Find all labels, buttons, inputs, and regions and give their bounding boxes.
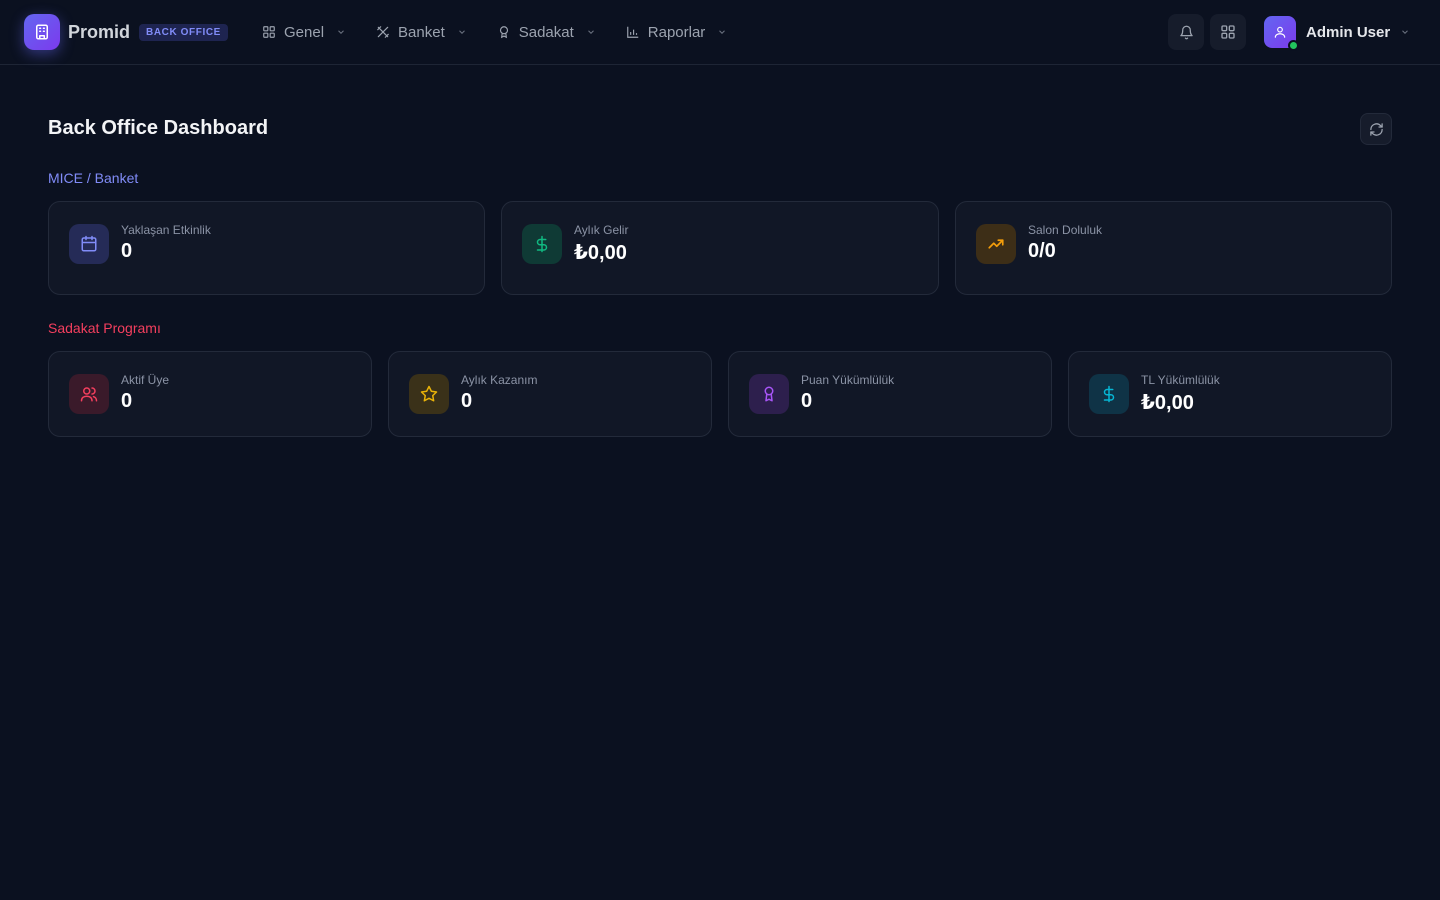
refresh-icon <box>1369 122 1384 137</box>
stat-label: Puan Yükümlülük <box>801 373 895 387</box>
dollar-icon <box>1089 374 1129 414</box>
nav-sadakat[interactable]: Sadakat <box>497 24 596 41</box>
user-icon <box>1273 25 1287 39</box>
stat-value: ₺0,00 <box>1141 392 1194 414</box>
bar-chart-icon <box>626 25 640 39</box>
chevron-down-icon <box>336 27 346 37</box>
star-icon <box>409 374 449 414</box>
stat-value: 0 <box>121 240 133 262</box>
stat-card-monthly-revenue[interactable]: Aylık Gelir ₺0,00 <box>501 201 939 295</box>
brand[interactable]: Promid BACK OFFICE <box>24 14 228 50</box>
stat-card-upcoming-events[interactable]: Yaklaşan Etkinlik 0 <box>48 201 485 295</box>
chevron-down-icon <box>457 27 467 37</box>
stat-card-monthly-acquisition[interactable]: Aylık Kazanım 0 <box>388 351 712 437</box>
award-icon <box>749 374 789 414</box>
nav-banket-label: Banket <box>398 23 445 41</box>
stat-card-active-members[interactable]: Aktif Üye 0 <box>48 351 372 437</box>
nav-raporlar-label: Raporlar <box>647 23 706 41</box>
building-icon <box>24 14 60 50</box>
chevron-down-icon <box>717 27 727 37</box>
page-title: Back Office Dashboard <box>48 117 269 139</box>
brand-name: Promid <box>68 21 131 42</box>
chevron-down-icon <box>1400 27 1410 37</box>
stat-value: 0 <box>121 390 133 412</box>
stat-label: Salon Doluluk <box>1028 223 1103 237</box>
notifications-button[interactable] <box>1168 14 1204 50</box>
stat-label: Aktif Üye <box>121 373 170 387</box>
online-status-dot <box>1288 40 1299 51</box>
dollar-icon <box>522 224 562 264</box>
trending-up-icon <box>976 224 1016 264</box>
calendar-icon <box>69 224 109 264</box>
apps-grid-icon <box>1220 24 1236 40</box>
nav-banket[interactable]: Banket <box>376 24 467 41</box>
stat-card-points-liability[interactable]: Puan Yükümlülük 0 <box>728 351 1052 437</box>
utensils-icon <box>376 25 390 39</box>
top-navigation-bar: Promid BACK OFFICE Genel Banket Sadakat … <box>0 0 1440 65</box>
nav-genel[interactable]: Genel <box>262 24 346 41</box>
stat-label: TL Yükümlülük <box>1141 373 1220 387</box>
grid-icon <box>262 25 276 39</box>
stat-label: Aylık Gelir <box>574 223 629 237</box>
apps-button[interactable] <box>1210 14 1246 50</box>
main-nav: Genel Banket Sadakat Raporlar <box>262 0 727 64</box>
award-icon <box>497 25 511 39</box>
section-title-loyalty: Sadakat Programı <box>48 320 161 336</box>
stat-value: 0 <box>461 390 473 412</box>
user-menu[interactable]: Admin User <box>1264 16 1410 51</box>
avatar <box>1264 16 1299 51</box>
section-title-mice: MICE / Banket <box>48 170 139 186</box>
stat-label: Aylık Kazanım <box>461 373 538 387</box>
refresh-button[interactable] <box>1360 113 1392 145</box>
chevron-down-icon <box>586 27 596 37</box>
nav-raporlar[interactable]: Raporlar <box>626 24 728 41</box>
stat-value: 0 <box>801 390 813 412</box>
stat-value: 0/0 <box>1028 240 1056 262</box>
user-name: Admin User <box>1306 23 1391 41</box>
stat-card-hall-occupancy[interactable]: Salon Doluluk 0/0 <box>955 201 1392 295</box>
back-office-badge: BACK OFFICE <box>139 23 228 41</box>
users-icon <box>69 374 109 414</box>
bell-icon <box>1179 25 1194 40</box>
stat-value: ₺0,00 <box>574 242 627 264</box>
stat-card-tl-liability[interactable]: TL Yükümlülük ₺0,00 <box>1068 351 1392 437</box>
nav-genel-label: Genel <box>284 23 325 41</box>
nav-sadakat-label: Sadakat <box>518 23 574 41</box>
stat-label: Yaklaşan Etkinlik <box>121 223 211 237</box>
